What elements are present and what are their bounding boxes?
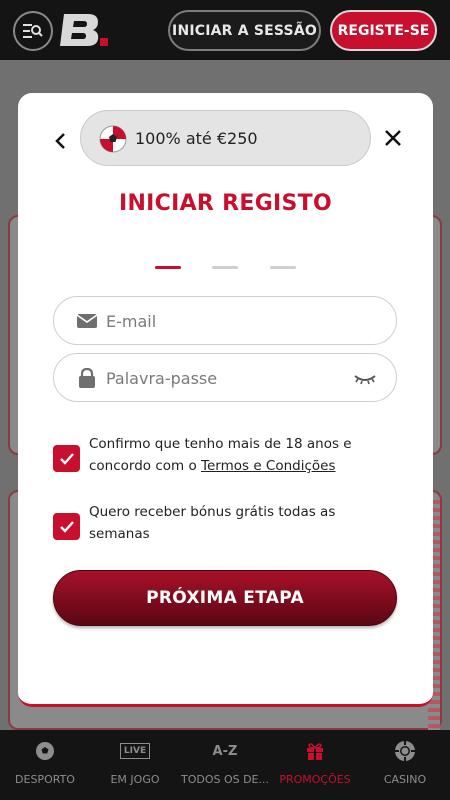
close-icon [385, 130, 401, 146]
next-step-button[interactable]: PRÓXIMA ETAPA [53, 570, 397, 626]
nav-label: EM JOGO [110, 773, 160, 786]
envelope-icon [76, 314, 98, 328]
email-field[interactable] [53, 296, 397, 345]
promo-banner: 100% até €250 [80, 110, 371, 166]
step-indicator-active [155, 266, 181, 269]
eye-closed-icon[interactable] [352, 368, 378, 388]
back-button[interactable] [50, 129, 70, 153]
menu-search-button[interactable] [13, 11, 53, 51]
promo-text: 100% até €250 [135, 129, 258, 148]
registration-modal: 100% até €250 INICIAR REGISTO Confirmo q… [18, 93, 433, 707]
nav-item-em-jogo[interactable]: LIVE EM JOGO [90, 730, 180, 800]
checkmark-icon [59, 520, 74, 533]
nav-item-todos[interactable]: A-Z TODOS OS DE... [180, 730, 270, 800]
modal-title: INICIAR REGISTO [118, 191, 332, 216]
step-indicator [212, 266, 238, 269]
bonus-consent-checkbox[interactable] [53, 513, 80, 540]
nav-label: PROMOÇÕES [279, 773, 351, 786]
nav-item-casino[interactable]: CASINO [360, 730, 450, 800]
nav-label: CASINO [383, 773, 427, 786]
nav-item-promocoes[interactable]: PROMOÇÕES [270, 730, 360, 800]
step-indicator [270, 266, 296, 269]
chevron-left-icon [55, 133, 65, 149]
gift-icon [305, 740, 325, 762]
terms-link[interactable]: Termos e Condições [201, 458, 336, 474]
nav-item-desporto[interactable]: DESPORTO [0, 730, 90, 800]
age-consent-text: Confirmo que tenho mais de 18 anos e con… [89, 433, 379, 477]
nav-label: TODOS OS DE... [180, 773, 270, 786]
top-header: INICIAR A SESSÃO REGISTE-SE [0, 0, 450, 60]
menu-search-icon [23, 24, 43, 38]
lock-icon [79, 368, 95, 388]
casino-chip-icon [394, 740, 416, 762]
close-button[interactable] [382, 127, 404, 149]
soccer-ball-icon [99, 125, 127, 153]
bottom-navigation: DESPORTO LIVE EM JOGO A-Z TODOS OS DE...… [0, 730, 450, 800]
login-button[interactable]: INICIAR A SESSÃO [168, 10, 321, 51]
live-icon: LIVE [119, 743, 151, 759]
password-field[interactable] [53, 353, 397, 402]
email-input[interactable] [106, 307, 346, 335]
nav-label: DESPORTO [15, 773, 75, 786]
brand-logo[interactable] [60, 12, 110, 48]
age-consent-checkbox[interactable] [53, 445, 80, 472]
a-z-icon: A-Z [212, 743, 238, 759]
bonus-consent-label: Quero receber bónus grátis todas as sema… [89, 504, 336, 542]
checkmark-icon [59, 452, 74, 465]
register-button[interactable]: REGISTE-SE [330, 10, 437, 51]
password-input[interactable] [106, 364, 346, 392]
soccer-ball-icon [35, 740, 55, 762]
